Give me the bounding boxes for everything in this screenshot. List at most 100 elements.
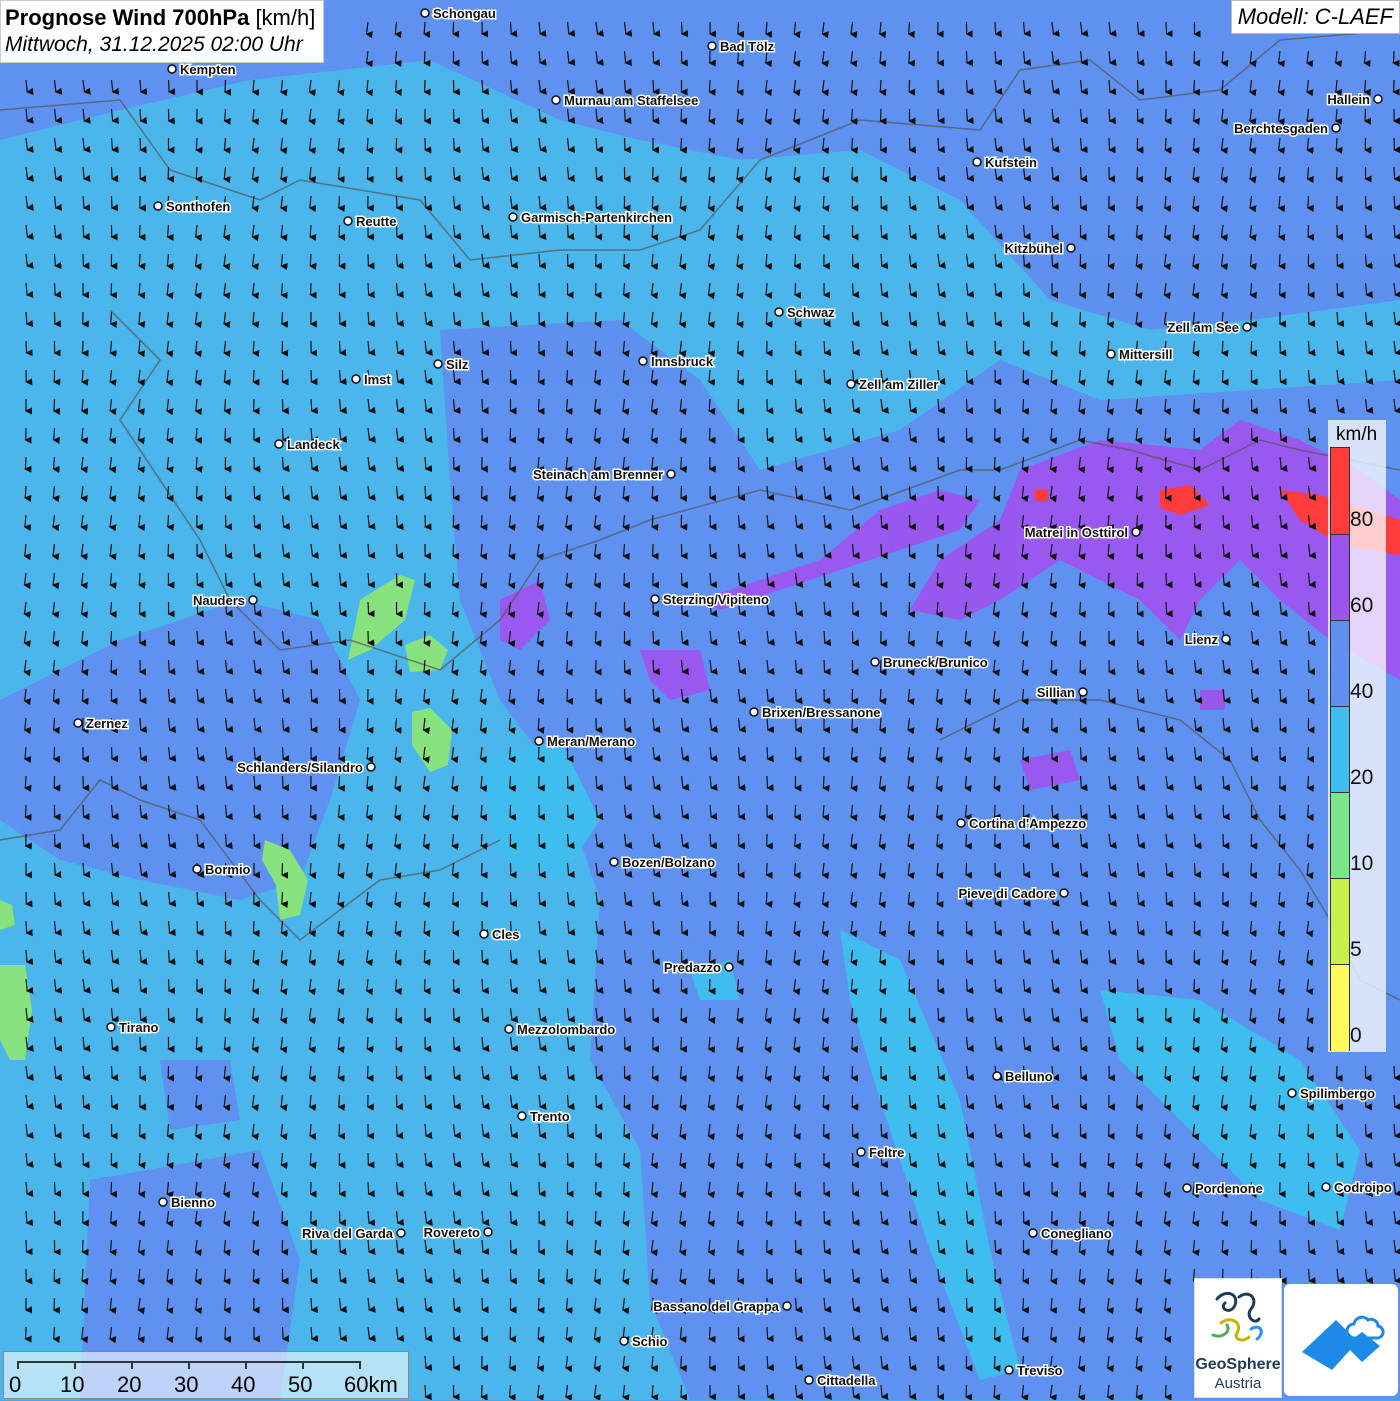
wind-arrow [652, 196, 653, 208]
wind-arrow [1109, 1008, 1110, 1020]
geosphere-logo[interactable]: GeoSphere Austria [1194, 1278, 1282, 1398]
wind-arrow [796, 399, 797, 411]
wind-arrow [653, 51, 654, 63]
legend-label-5: 5 [1350, 938, 1362, 962]
legend-seg-20-40 [1331, 706, 1349, 793]
wind-arrow [1081, 167, 1082, 179]
wind-arrow [482, 51, 483, 63]
wind-arrow [1194, 80, 1195, 92]
scale-tick [131, 1361, 133, 1369]
city-marker-icon [484, 1228, 492, 1236]
wind-arrow [824, 660, 825, 672]
wind-arrow [225, 428, 226, 440]
wind-arrow [1366, 225, 1367, 237]
wind-arrow [568, 1124, 569, 1136]
wind-arrow [1166, 602, 1167, 614]
city-marker-icon [1079, 688, 1087, 696]
wind-arrow [453, 573, 454, 585]
city-label: Murnau am Staffelsee [564, 93, 698, 108]
wind-arrow [310, 834, 311, 846]
wind-arrow [54, 747, 55, 759]
wind-arrow [767, 428, 768, 440]
wind-arrow [1194, 1008, 1195, 1020]
wind-arrow [538, 718, 539, 730]
wind-arrow [425, 602, 426, 614]
wind-arrow [995, 1211, 996, 1223]
wind-arrow [511, 1240, 512, 1252]
city-label: Lienz [1185, 632, 1219, 647]
city-label: Schio [632, 1334, 667, 1349]
city-marker-icon [159, 1198, 167, 1206]
wind-arrow [1108, 254, 1109, 266]
wind-arrow [396, 689, 397, 701]
wind-arrow [823, 776, 824, 788]
wind-arrow [766, 1211, 767, 1223]
city-marker-icon [620, 1337, 628, 1345]
city-label: Zell am See [1167, 320, 1239, 335]
wind-arrow [795, 254, 796, 266]
wind-arrow [340, 631, 341, 643]
wind-arrow [254, 805, 255, 817]
city-brixen-bressanone: Brixen/Bressanone [750, 705, 881, 720]
wind-arrow [511, 1211, 512, 1223]
wind-arrow [538, 1298, 539, 1310]
city-marker-icon [667, 470, 675, 478]
city-bassano-del-grappa: Bassano del Grappa [653, 1299, 791, 1314]
wind-arrow [624, 254, 625, 266]
wind-arrow [652, 1095, 653, 1107]
city-marker-icon [249, 596, 257, 604]
wind-arrow [453, 892, 454, 904]
wind-arrow [1279, 1153, 1280, 1165]
wind-arrow [368, 167, 369, 179]
geosphere-swirl-icon [1195, 1279, 1281, 1355]
wind-arrow [54, 399, 55, 411]
city-marker-icon [1183, 1184, 1191, 1192]
wind-arrow [169, 950, 170, 962]
wind-arrow [853, 602, 854, 614]
wind-arrow [881, 1124, 882, 1136]
wind-arrow [169, 631, 170, 643]
wind-arrow [112, 196, 113, 208]
wind-arrow [796, 370, 797, 382]
city-label: Bassano del Grappa [653, 1299, 779, 1314]
wind-arrow [396, 1008, 397, 1020]
wind-arrow [880, 689, 881, 701]
wind-arrow [938, 1327, 939, 1339]
city-marker-icon [783, 1302, 791, 1310]
city-bozen-bolzano: Bozen/Bolzano [610, 855, 715, 870]
city-label: Nauders [193, 593, 245, 608]
wind-arrow [796, 1298, 797, 1310]
city-label: Mittersill [1119, 347, 1172, 362]
wind-arrow [139, 254, 140, 266]
wind-arrow [681, 457, 682, 469]
wind-arrow [709, 399, 710, 411]
wind-arrow [1024, 283, 1025, 295]
city-marker-icon [651, 595, 659, 603]
city-zell-am-ziller: Zell am Ziller [847, 377, 938, 392]
wind-arrow [511, 341, 512, 353]
city-murnau-am-staffelsee: Murnau am Staffelsee [552, 93, 698, 108]
wind-arrow [1080, 602, 1081, 614]
wind-arrow [1223, 486, 1224, 498]
wind-arrow [424, 51, 425, 63]
weather-app-logo[interactable] [1284, 1284, 1398, 1396]
wind-arrow [1108, 1153, 1109, 1165]
wind-arrow [225, 399, 226, 411]
city-label: Treviso [1017, 1363, 1063, 1378]
page-title: Prognose Wind 700hPa [km/h] [5, 4, 315, 32]
wind-arrow [112, 747, 113, 759]
wind-arrow [1394, 51, 1395, 63]
geosphere-logo-subtext: Austria [1195, 1375, 1281, 1392]
city-zell-am-see: Zell am See [1167, 320, 1251, 335]
scale-bar: 0 10 20 30 40 50 60km [3, 1351, 409, 1399]
wind-arrow [880, 80, 881, 92]
wind-arrow [995, 312, 996, 324]
wind-arrow [1138, 950, 1139, 962]
wind-arrow [368, 602, 369, 614]
wind-arrow [1109, 138, 1110, 150]
wind-arrow [1051, 1269, 1052, 1281]
city-marker-icon [1322, 1183, 1330, 1191]
scale-tick [188, 1361, 190, 1369]
city-spilimbergo: Spilimbergo [1288, 1086, 1375, 1101]
scale-tick [245, 1361, 247, 1369]
